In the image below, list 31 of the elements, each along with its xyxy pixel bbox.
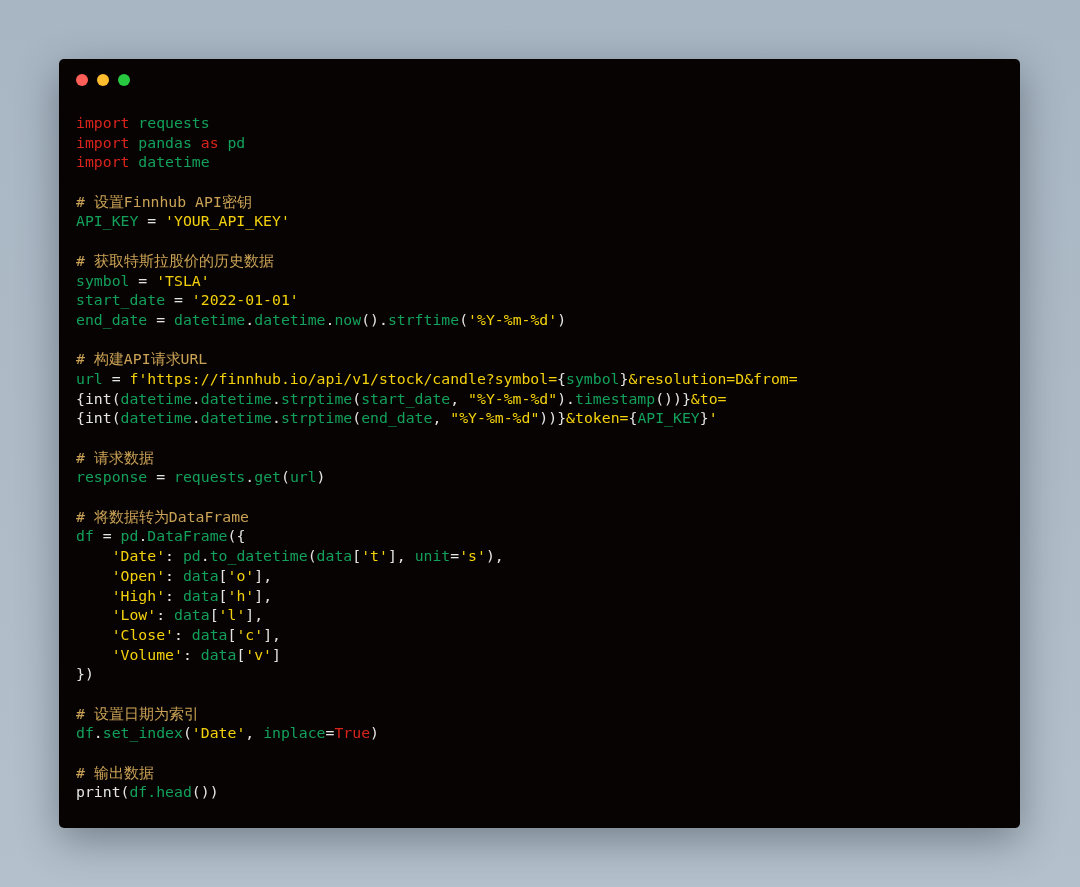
code-line: {int(datetime.datetime.strptime(start_date, "%Y-%m-%d").timestamp())}&to= — [76, 388, 727, 409]
code-line: df.set_index('Date', inplace=True) — [76, 723, 379, 743]
code-line: end_date = datetime.datetime.now().strftime('%Y-%m-%d') — [76, 309, 567, 330]
code-line: # 请求数据 — [76, 447, 154, 468]
code-line: symbol = 'TSLA' — [76, 270, 210, 291]
code-line: {int(datetime.datetime.strptime(end_date, "%Y-%m-%d"))}&token={API_KEY}' — [76, 408, 718, 428]
code-line: 'Close': data['c'], — [110, 624, 281, 645]
code-line: 'Volume': data['v'] — [110, 644, 281, 665]
code-line: 'Open': data['o'], — [110, 565, 273, 586]
code-line: 'High': data['h'], — [110, 585, 273, 606]
code-line: start_date = '2022-01-01' — [76, 290, 299, 310]
code-line: # 设置Finnhub API密钥 — [76, 191, 252, 212]
zoom-button[interactable] — [118, 74, 130, 86]
code-line: response = requests.get(url) — [76, 467, 326, 488]
code-line: API_KEY = 'YOUR_API_KEY' — [76, 211, 290, 232]
code-line: # 输出数据 — [76, 762, 154, 783]
code-line: url = f'https://finnhub.io/api/v1/stock/candle?symbol={symbol}&resolution=D&from= — [76, 368, 798, 389]
close-button[interactable] — [76, 74, 88, 86]
code-line: # 获取特斯拉股价的历史数据 — [76, 250, 274, 271]
code-line: import requests — [76, 113, 210, 133]
code-line: print(df.head()) — [76, 782, 219, 803]
code-line: # 构建API请求URL — [76, 349, 208, 369]
code-line: import pandas as pd — [76, 132, 246, 153]
code-line: # 设置日期为索引 — [76, 703, 199, 724]
code-line: import datetime — [76, 152, 210, 173]
minimize-button[interactable] — [97, 74, 109, 86]
code-line: df = pd.DataFrame({ — [76, 526, 246, 547]
code-line: 'Date': pd.to_datetime(data['t'], unit='s'), — [110, 546, 504, 566]
code-line: 'Low': data['l'], — [110, 605, 264, 625]
code-line: # 将数据转为DataFrame — [76, 506, 249, 527]
code-line: }) — [76, 664, 94, 684]
